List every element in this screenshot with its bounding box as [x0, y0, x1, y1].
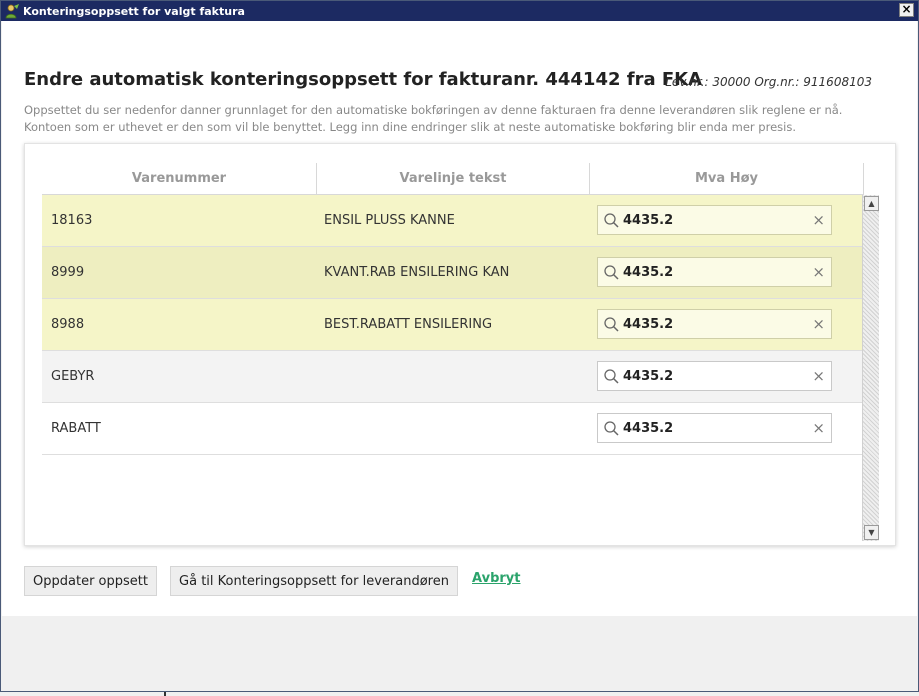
table-row[interactable]: RABATT 4435.2 ×	[42, 403, 862, 455]
dialog-content: Endre automatisk konteringsoppsett for f…	[2, 21, 917, 616]
column-divider	[863, 163, 864, 195]
close-icon[interactable]: ×	[812, 264, 825, 280]
account-lookup-field[interactable]: 4435.2 ×	[597, 413, 832, 443]
column-header-varenummer[interactable]: Varenummer	[42, 163, 316, 195]
table-row[interactable]: 8988 BEST.RABATT ENSILERING 4435.2 ×	[42, 299, 862, 351]
cell-varelinje-tekst: BEST.RABATT ENSILERING	[324, 317, 493, 332]
cell-varenummer: GEBYR	[51, 369, 95, 384]
account-value[interactable]: 4435.2	[623, 213, 673, 228]
search-icon	[604, 317, 619, 332]
close-icon[interactable]: ×	[812, 316, 825, 332]
account-lookup-field[interactable]: 4435.2 ×	[597, 309, 832, 339]
close-icon[interactable]: ×	[812, 212, 825, 228]
account-value[interactable]: 4435.2	[623, 369, 673, 384]
page-title: Endre automatisk konteringsoppsett for f…	[24, 69, 703, 90]
cell-varenummer: 8988	[51, 317, 85, 332]
scroll-up-button[interactable]: ▲	[864, 196, 879, 211]
scroll-down-button[interactable]: ▼	[864, 525, 879, 540]
account-value[interactable]: 4435.2	[623, 421, 673, 436]
search-icon	[604, 369, 619, 384]
search-icon	[604, 265, 619, 280]
posting-grid: Varenummer Varelinje tekst Mva Høy 18163…	[24, 143, 896, 546]
close-icon[interactable]: ×	[812, 368, 825, 384]
app-icon	[4, 3, 20, 19]
title-bar[interactable]: Konteringsoppsett for valgt faktura ×	[1, 1, 918, 21]
cell-varenummer: 18163	[51, 213, 93, 228]
search-icon	[604, 421, 619, 436]
goto-supplier-setup-button[interactable]: Gå til Konteringsoppsett for leverandøre…	[170, 566, 458, 596]
vertical-scrollbar[interactable]: ▲ ▼	[862, 195, 879, 541]
table-row[interactable]: 8999 KVANT.RAB ENSILERING KAN 4435.2 ×	[42, 247, 862, 299]
account-lookup-field[interactable]: 4435.2 ×	[597, 257, 832, 287]
column-header-varelinje-tekst[interactable]: Varelinje tekst	[317, 163, 589, 195]
cell-varelinje-tekst: ENSIL PLUSS KANNE	[324, 213, 455, 228]
account-value[interactable]: 4435.2	[623, 317, 673, 332]
close-icon[interactable]: ×	[812, 420, 825, 436]
table-row[interactable]: 18163 ENSIL PLUSS KANNE 4435.2 ×	[42, 195, 862, 247]
cell-varelinje-tekst: KVANT.RAB ENSILERING KAN	[324, 265, 510, 280]
column-header-mva-hoy[interactable]: Mva Høy	[590, 163, 863, 195]
taskbar-edge	[0, 692, 166, 696]
cell-varenummer: 8999	[51, 265, 85, 280]
table-row[interactable]: GEBYR 4435.2 ×	[42, 351, 862, 403]
search-icon	[604, 213, 619, 228]
account-value[interactable]: 4435.2	[623, 265, 673, 280]
window-title: Konteringsoppsett for valgt faktura	[23, 5, 245, 18]
update-setup-button[interactable]: Oppdater oppsett	[24, 566, 157, 596]
close-window-button[interactable]: ×	[899, 3, 914, 17]
description-text: Oppsettet du ser nedenfor danner grunnla…	[24, 103, 843, 134]
supplier-meta: Lev.nr.: 30000 Org.nr.: 911608103	[665, 75, 872, 89]
account-lookup-field[interactable]: 4435.2 ×	[597, 205, 832, 235]
account-lookup-field[interactable]: 4435.2 ×	[597, 361, 832, 391]
cancel-link[interactable]: Avbryt	[472, 571, 520, 586]
dialog-window: Konteringsoppsett for valgt faktura × En…	[0, 0, 919, 692]
cell-varenummer: RABATT	[51, 421, 101, 436]
